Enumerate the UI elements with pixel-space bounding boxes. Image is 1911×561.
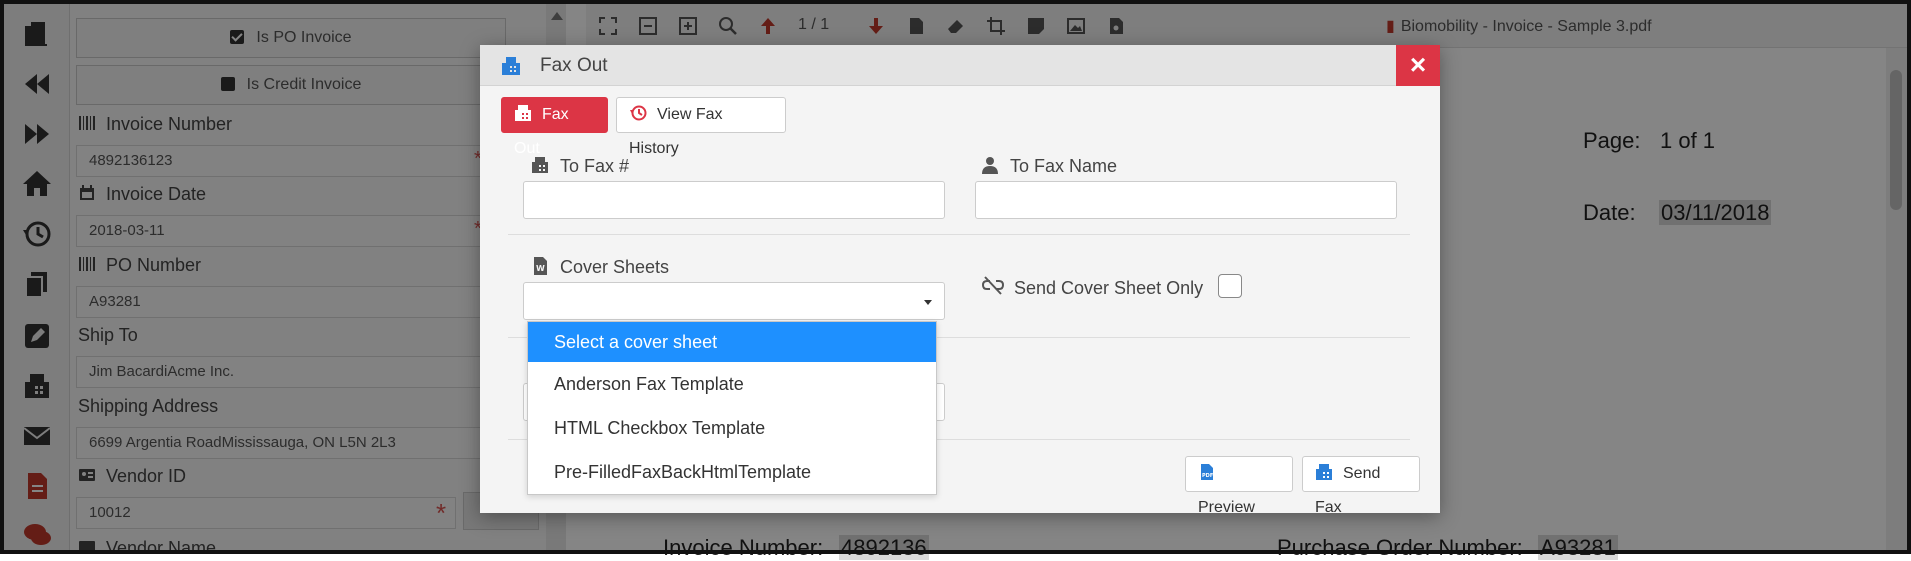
fax-icon xyxy=(1316,464,1332,480)
send-cover-only-checkbox[interactable] xyxy=(1218,274,1242,298)
pdf-file-icon: PDF xyxy=(1201,464,1213,480)
dropdown-option-select[interactable]: Select a cover sheet xyxy=(528,322,936,362)
history-icon xyxy=(630,105,647,121)
dialog-header: Fax Out × xyxy=(480,45,1440,86)
send-cover-only-label: Send Cover Sheet Only xyxy=(981,275,1203,299)
fax-icon xyxy=(502,57,520,75)
unlink-icon xyxy=(981,276,1005,295)
caret-down-icon xyxy=(924,300,932,305)
to-fax-number-input[interactable] xyxy=(523,181,945,219)
fax-out-tab-button[interactable]: Fax Out xyxy=(501,97,608,157)
view-fax-history-button[interactable]: View Fax History xyxy=(616,97,786,157)
svg-text:PDF: PDF xyxy=(1202,473,1213,479)
fax-out-dialog: Fax Out × Fax Out View Fax History To Fa… xyxy=(480,45,1440,516)
close-button[interactable]: × xyxy=(1396,45,1440,86)
to-fax-name-label: To Fax Name xyxy=(980,155,1117,177)
dropdown-option-html-checkbox[interactable]: HTML Checkbox Template xyxy=(528,406,936,450)
fax-icon xyxy=(515,105,531,121)
svg-text:W: W xyxy=(536,264,545,273)
dropdown-option-prefilled[interactable]: Pre-FilledFaxBackHtmlTemplate xyxy=(528,450,936,494)
dropdown-option-anderson[interactable]: Anderson Fax Template xyxy=(528,362,936,406)
preview-button[interactable]: PDF Preview xyxy=(1185,456,1293,516)
word-file-icon: W xyxy=(534,257,547,275)
send-fax-button[interactable]: Send Fax xyxy=(1302,456,1420,516)
user-icon xyxy=(982,157,998,174)
to-fax-name-input[interactable] xyxy=(975,181,1397,219)
to-fax-number-label: To Fax # xyxy=(530,155,629,177)
divider xyxy=(508,234,1410,235)
fax-icon xyxy=(532,157,548,173)
cover-sheet-select[interactable] xyxy=(523,282,945,320)
dialog-title: Fax Out xyxy=(540,55,608,76)
cover-sheet-dropdown: Select a cover sheet Anderson Fax Templa… xyxy=(527,321,937,495)
cover-sheets-label: W Cover Sheets xyxy=(530,256,669,278)
